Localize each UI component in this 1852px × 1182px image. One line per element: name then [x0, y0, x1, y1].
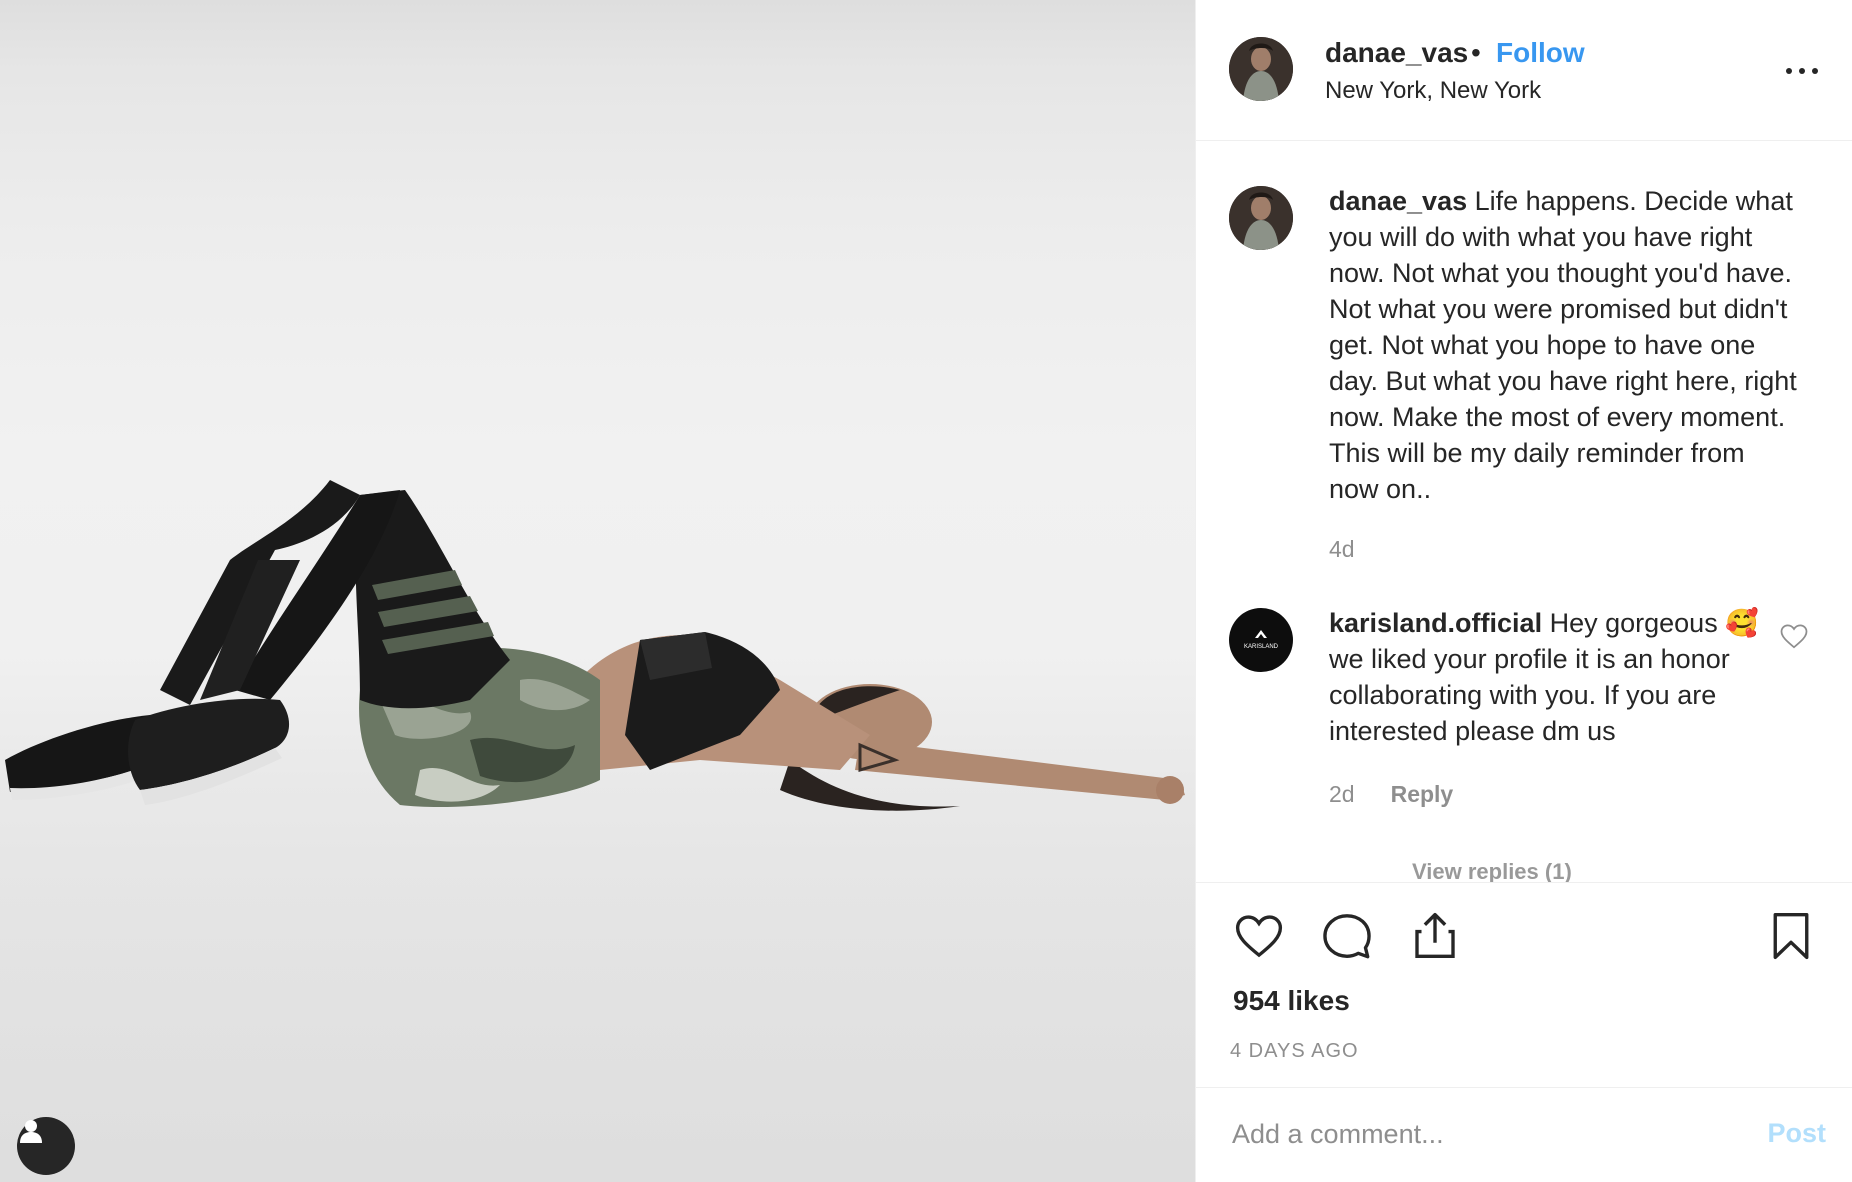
comment-timestamp[interactable]: 2d [1329, 781, 1355, 807]
likes-count[interactable]: 954 likes [1233, 985, 1350, 1017]
user-icon [20, 1120, 42, 1143]
share-upload-icon [1415, 912, 1455, 958]
caption-username[interactable]: danae_vas [1329, 186, 1467, 216]
comment-username[interactable]: karisland.official [1329, 608, 1542, 638]
separator-dot: • [1471, 37, 1481, 68]
post-modal: danae_vas • Follow New York, New York da… [0, 0, 1852, 1182]
photo-illustration [0, 480, 1195, 1182]
comment-text-block: karisland.official Hey gorgeous 🥰 we lik… [1329, 605, 1759, 749]
add-comment-input[interactable] [1232, 1112, 1732, 1156]
avatar-image [1229, 186, 1293, 250]
post-comment-button[interactable]: Post [1767, 1118, 1826, 1149]
commenter-avatar[interactable]: KARISLAND [1229, 608, 1293, 672]
caption-timestamp[interactable]: 4d [1329, 536, 1355, 563]
comment-emoji: 🥰 [1725, 608, 1759, 638]
follow-button[interactable]: Follow [1496, 36, 1585, 70]
heart-icon [1235, 915, 1283, 958]
speech-bubble-icon [1323, 914, 1371, 959]
comments-section[interactable]: danae_vas Life happens. Decide what you … [1196, 141, 1852, 882]
comment-meta: 2d Reply [1329, 781, 1453, 808]
post-location[interactable]: New York, New York [1325, 76, 1541, 106]
like-button[interactable] [1232, 909, 1286, 963]
caption-avatar[interactable] [1229, 186, 1293, 250]
view-replies-button[interactable]: View replies (1) [1412, 859, 1572, 882]
more-options-icon[interactable] [1778, 57, 1826, 85]
heart-outline-icon [1780, 624, 1808, 649]
add-comment-bar: Post [1196, 1087, 1852, 1182]
post-photo[interactable] [0, 0, 1195, 1182]
comment-text-prefix: Hey gorgeous [1549, 608, 1726, 638]
caption-text: Life happens. Decide what you will do wi… [1329, 186, 1797, 504]
avatar-image [1229, 37, 1293, 101]
tagged-users-button[interactable] [17, 1117, 75, 1175]
caption-text-block: danae_vas Life happens. Decide what you … [1329, 183, 1799, 507]
share-button[interactable] [1408, 909, 1462, 963]
post-time-ago: 4 DAYS AGO [1230, 1040, 1359, 1062]
bookmark-icon [1773, 912, 1809, 960]
post-header: danae_vas • Follow New York, New York [1196, 0, 1852, 141]
karisland-logo-icon: KARISLAND [1244, 630, 1279, 650]
comment-button[interactable] [1320, 909, 1374, 963]
comment-text: we liked your profile it is an honor col… [1329, 644, 1730, 746]
like-comment-icon[interactable] [1779, 621, 1809, 651]
avatar-brand-text: KARISLAND [1244, 644, 1279, 650]
author-avatar[interactable] [1229, 37, 1293, 101]
author-username[interactable]: danae_vas [1325, 36, 1468, 70]
post-side-panel: danae_vas • Follow New York, New York da… [1195, 0, 1852, 1182]
post-actions: 954 likes 4 DAYS AGO [1196, 882, 1852, 1087]
save-button[interactable] [1764, 909, 1818, 963]
reply-button[interactable]: Reply [1391, 781, 1454, 807]
